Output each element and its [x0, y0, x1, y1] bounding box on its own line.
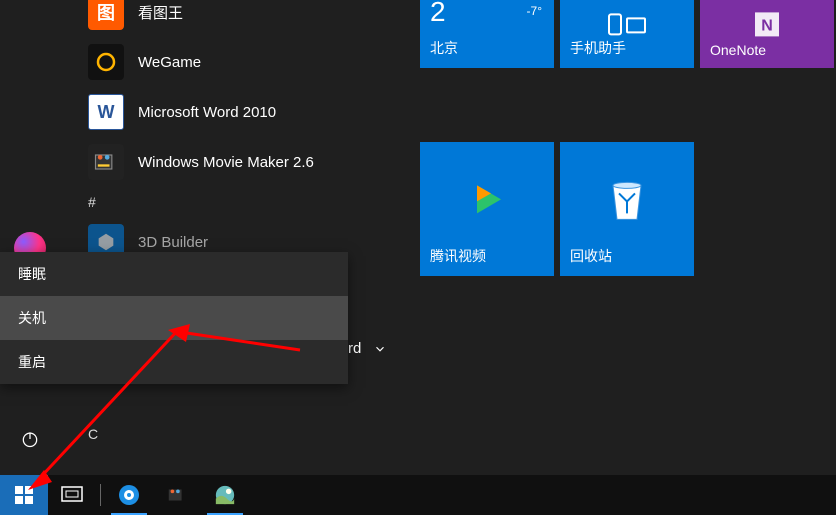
taskbar-app-moviemaker[interactable]: [153, 475, 201, 515]
power-sleep-label: 睡眠: [18, 264, 46, 284]
start-button[interactable]: [0, 475, 48, 515]
taskview-icon: [61, 486, 83, 504]
video-label: 腾讯视频: [430, 246, 544, 266]
tile-recycle[interactable]: 回收站: [560, 142, 694, 276]
onenote-icon: N: [743, 0, 791, 48]
app-label: Windows Movie Maker 2.6: [138, 154, 314, 171]
taskbar-app-browser[interactable]: [105, 475, 153, 515]
start-rail: [0, 0, 60, 475]
browser-icon: [117, 483, 141, 507]
tile-video[interactable]: 腾讯视频: [420, 142, 554, 276]
power-restart[interactable]: 重启: [0, 340, 348, 384]
recycle-icon: [603, 175, 651, 223]
app-label: WeGame: [138, 54, 201, 71]
taskbar-app-photos[interactable]: [201, 475, 249, 515]
weather-temp: 2: [430, 0, 446, 28]
app-label: 看图王: [138, 2, 183, 23]
kantu-icon: 图: [88, 0, 124, 30]
photos-icon: [214, 484, 236, 506]
weather-low: -7°: [527, 4, 542, 18]
app-label: Microsoft Word 2010: [138, 104, 276, 121]
app-item-moviemaker[interactable]: Windows Movie Maker 2.6: [60, 140, 410, 184]
recycle-label: 回收站: [570, 246, 684, 266]
video-icon: [463, 175, 511, 223]
taskview-button[interactable]: [48, 475, 96, 515]
letter-header-hash[interactable]: #: [60, 184, 410, 220]
weather-city: 北京: [430, 38, 544, 58]
moviemaker-icon: [88, 144, 124, 180]
app-item-kantu[interactable]: 图 看图王: [60, 0, 410, 34]
windows-icon: [15, 486, 33, 504]
start-menu: 图 看图王 WeGame W Microsoft Word 2010 Windo…: [0, 0, 410, 475]
start-tiles: 2 -7° 北京 手机助手 N OneNote 腾讯视频: [410, 0, 836, 475]
tile-onenote[interactable]: N OneNote: [700, 0, 834, 68]
app-label: 3D Builder: [138, 234, 208, 251]
partial-text: rd: [348, 340, 361, 357]
tile-weather[interactable]: 2 -7° 北京: [420, 0, 554, 68]
power-button[interactable]: [6, 415, 54, 463]
power-restart-label: 重启: [18, 352, 46, 372]
app-list: 图 看图王 WeGame W Microsoft Word 2010 Windo…: [60, 0, 410, 475]
power-shutdown-label: 关机: [18, 308, 46, 328]
chevron-down-icon: [373, 342, 387, 356]
taskbar: [0, 475, 836, 515]
word-icon: W: [88, 94, 124, 130]
taskbar-separator: [100, 484, 101, 506]
svg-text:N: N: [761, 17, 773, 34]
app-item-word[interactable]: W Microsoft Word 2010: [60, 90, 410, 134]
power-sleep[interactable]: 睡眠: [0, 252, 348, 296]
app-item-wegame[interactable]: WeGame: [60, 40, 410, 84]
power-icon: [20, 429, 40, 449]
power-shutdown[interactable]: 关机: [0, 296, 348, 340]
moviemaker-icon: [166, 484, 188, 506]
phone-icon: [603, 0, 651, 48]
letter-header-c[interactable]: C: [60, 416, 410, 452]
tile-phone[interactable]: 手机助手: [560, 0, 694, 68]
wegame-icon: [88, 44, 124, 80]
power-context-menu: 睡眠 关机 重启: [0, 252, 348, 384]
